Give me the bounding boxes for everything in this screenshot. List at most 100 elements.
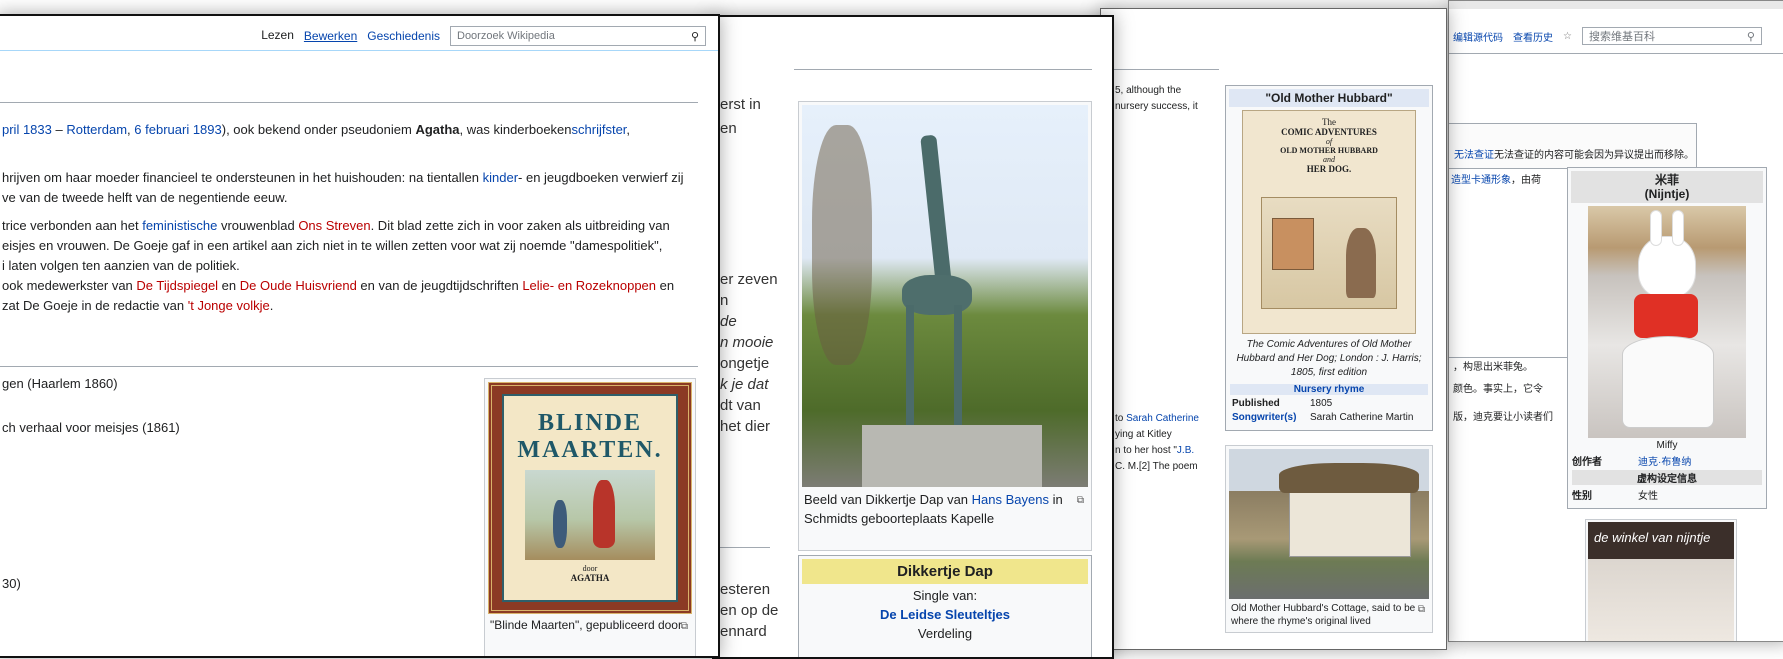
link-ons-streven[interactable]: Ons Streven (298, 218, 370, 233)
text-line: erst in (720, 96, 761, 113)
miffy-photo (1588, 206, 1746, 438)
text-line: 5, although the (1115, 85, 1182, 96)
cover-text: COMIC ADVENTURES (1281, 127, 1377, 137)
text-line: er zeven (720, 271, 778, 288)
infobox-title: "Old Mother Hubbard" (1229, 89, 1429, 107)
search-icon[interactable]: ⚲ (1747, 30, 1755, 43)
enlarge-icon[interactable]: ⧉ (681, 618, 688, 635)
text-line: eisjes en vrouwen. De Goeje gaf in een a… (2, 238, 663, 253)
cover-text: OLD MOTHER HUBBARD (1280, 146, 1378, 155)
cottage-photo (1229, 449, 1429, 599)
text-line: ve van de tweede helft van de negentiend… (2, 190, 288, 205)
infobox-title: 米菲 (Nijntje) (1571, 171, 1763, 203)
window-wiki-agatha[interactable]: Lezen Bewerken Geschiedenis Doorzoek Wik… (0, 14, 720, 658)
header-divider (0, 50, 718, 51)
link-feministische[interactable]: feministische (142, 218, 217, 233)
link-de-tijdspiegel[interactable]: De Tijdspiegel (136, 278, 218, 293)
list-item: 30) (2, 576, 21, 591)
figure (1346, 228, 1376, 298)
link-artist[interactable]: De Leidse Sleuteltjes (799, 607, 1091, 622)
figure-red-cloak (593, 480, 615, 548)
cover-text: The (1322, 117, 1336, 127)
row-value: 1805 (1310, 398, 1333, 409)
link-kinder[interactable]: kinder (483, 170, 518, 185)
enlarge-icon[interactable]: ⧉ (1418, 603, 1425, 616)
window-wiki-miffy-zh[interactable]: 编辑源代码 查看历史 ☆ 搜索维基百科 ⚲ 无法查证无法查证的内容可能会因为异议… (1448, 0, 1783, 642)
giraffe-leg (906, 305, 914, 425)
row-value-link[interactable]: 迪克·布鲁纳 (1638, 453, 1691, 468)
text-line: en op de (720, 602, 779, 619)
text-line: ongetje (720, 355, 770, 372)
list-item: ch verhaal voor meisjes (1861) (2, 420, 180, 435)
text-fragment: to (1115, 413, 1127, 424)
window-wiki-dikkertje-dap[interactable]: erst in en er zeven n de n mooie ongetje… (712, 15, 1114, 659)
article-text-bottom: esteren en op de ennard (720, 579, 778, 642)
book-caption: "Blinde Maarten", gepubliceerd door ⧉ (488, 614, 692, 637)
text-line: ，构思出米菲兔。 (1453, 362, 1533, 373)
tab-history[interactable]: Geschiedenis (367, 29, 440, 43)
link-t-jonge-volkje[interactable]: 't Jonge volkje (188, 298, 270, 313)
nursery-rhyme-link[interactable]: Nursery rhyme (1294, 384, 1365, 395)
infobox-row: Published 1805 (1232, 398, 1426, 409)
search-input[interactable]: 搜索维基百科 ⚲ (1581, 27, 1762, 45)
link-death-date[interactable]: 6 februari (134, 122, 189, 137)
shop-photo-thumb[interactable]: de winkel van nijntje (1585, 519, 1737, 641)
tab-edit[interactable]: Bewerken (304, 29, 357, 43)
text-line: dt van (720, 397, 761, 414)
window-wiki-old-mother-hubbard[interactable]: 5, although the nursery success, it to S… (1100, 8, 1447, 650)
infobox-single: Dikkertje Dap Single van: De Leidse Sleu… (798, 555, 1092, 657)
search-placeholder: Doorzoek Wikipedia (457, 30, 555, 42)
article-text-top: 5, although the nursery success, it (1115, 83, 1198, 115)
notice-link[interactable]: 无法查证 (1454, 150, 1494, 161)
infobox-row: Songwriter(s) Sarah Catherine Martin (1232, 412, 1426, 423)
link-sarah-catherine[interactable]: Sarah Catherine (1126, 413, 1199, 424)
tab-history[interactable]: 查看历史 (1513, 29, 1553, 44)
infobox-image-caption: The Comic Adventures of Old Mother Hubba… (1236, 339, 1422, 378)
shop-photo: de winkel van nijntje (1588, 522, 1734, 641)
link-birth-date[interactable]: pril 1833 (2, 122, 52, 137)
book-title-line2: MAARTEN. (517, 437, 663, 463)
tab-bar: Lezen Bewerken Geschiedenis Doorzoek Wik… (261, 26, 706, 46)
infobox-image-caption: Miffy (1656, 440, 1678, 451)
book-illustration (525, 470, 655, 560)
enlarge-icon[interactable]: ⧉ (1077, 491, 1084, 510)
tree (812, 125, 872, 365)
row-value: Sarah Catherine Martin (1310, 412, 1414, 423)
text-link-1[interactable]: 造型 (1451, 175, 1471, 186)
tab-edit-source[interactable]: 编辑源代码 (1453, 29, 1503, 44)
statue-thumb[interactable]: Beeld van Dikkertje Dap van Hans Bayens … (798, 101, 1092, 551)
book-thumb[interactable]: BLINDE MAARTEN. door AGATHA "Blinde Maar… (484, 378, 696, 656)
link-rotterdam[interactable]: Rotterdam (66, 122, 127, 137)
list-item: gen (Haarlem 1860) (2, 376, 118, 391)
text-line: ying at Kitley (1115, 429, 1172, 440)
tab-read[interactable]: Lezen (261, 28, 294, 44)
cottage-wall (1289, 485, 1411, 557)
link-jb[interactable]: J.B. (1177, 445, 1194, 456)
cottage-thumb[interactable]: Old Mother Hubbard's Cottage, said to be… (1225, 445, 1433, 633)
paragraph-intro: pril 1833 – Rotterdam, 6 februari 1893),… (2, 122, 631, 137)
link-de-oude-huisvriend[interactable]: De Oude Huisvriend (240, 278, 357, 293)
link-hans-bayens[interactable]: Hans Bayens (972, 492, 1049, 507)
link-lelie-en-rozeknoppen[interactable]: Lelie- en Rozeknoppen (522, 278, 656, 293)
text-line: esteren (720, 581, 771, 598)
link-schrijfster[interactable]: schrijfster (572, 122, 627, 137)
search-input[interactable]: Doorzoek Wikipedia ⚲ (450, 26, 706, 46)
divider (794, 69, 1092, 70)
section-divider (0, 366, 698, 367)
infobox-subtitle: Single van: (912, 588, 978, 603)
text-line: nursery success, it (1115, 101, 1198, 112)
engraving-illustration (1261, 197, 1397, 309)
title-divider (0, 102, 698, 103)
text-link-cartoon[interactable]: 卡通形象 (1471, 175, 1511, 186)
miffy-ear (1672, 210, 1684, 246)
giraffe-leg (954, 305, 962, 425)
row-label-link[interactable]: Songwriter(s) (1232, 412, 1310, 423)
statue-photo (802, 105, 1088, 487)
text-line: k je dat (720, 376, 769, 393)
infobox-section: 虚构设定信息 (1572, 470, 1762, 485)
book-door: door (582, 564, 598, 573)
statue-caption: Beeld van Dikkertje Dap van Hans Bayens … (804, 491, 1084, 526)
link-1893[interactable]: 1893 (193, 122, 222, 137)
watch-star-icon[interactable]: ☆ (1563, 31, 1572, 42)
search-icon[interactable]: ⚲ (691, 30, 699, 43)
